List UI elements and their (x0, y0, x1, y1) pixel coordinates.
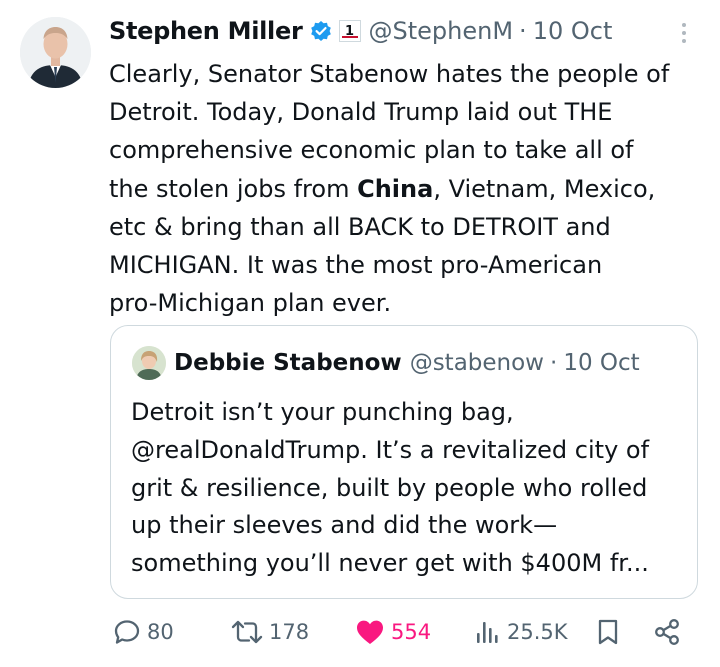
tweet-text-segment: , Vietnam, Mexico, (433, 174, 656, 203)
quoted-tweet-line: up their sleeves and did the work— (131, 511, 558, 540)
tweet-header: Stephen Miller 1 @StephenM · 10 Oct (109, 14, 669, 48)
quoted-tweet-card[interactable]: Debbie Stabenow @stabenow · 10 Oct Detro… (110, 325, 698, 599)
tweet-line: Detroit. Today, Donald Trump laid out TH… (109, 93, 709, 131)
bookmark-button[interactable] (594, 614, 622, 650)
tweet-body: Clearly, Senator Stabenow hates the peop… (109, 55, 709, 322)
views-icon (477, 622, 498, 643)
author-avatar[interactable] (20, 17, 91, 88)
tweet-action-bar: 80 178 554 25.5K (112, 614, 692, 650)
quoted-author-avatar[interactable] (132, 346, 166, 380)
quoted-separator-dot: · (550, 350, 558, 376)
quoted-tweet-line: Detroit isn’t your punching bag, (131, 398, 514, 426)
bookmark-icon (598, 619, 618, 645)
highlighted-term: China (357, 174, 434, 203)
quoted-tweet-body: Detroit isn’t your punching bag, @realDo… (131, 394, 691, 583)
quoted-tweet-line: grit & resilience, built by people who r… (131, 473, 648, 502)
reply-count: 80 (147, 620, 174, 644)
more-options-icon[interactable] (672, 18, 696, 48)
repost-count: 178 (269, 620, 310, 644)
repost-button[interactable]: 178 (230, 614, 309, 650)
quoted-author-handle[interactable]: @stabenow (410, 350, 544, 376)
reply-icon (114, 620, 140, 644)
share-icon (655, 619, 679, 645)
tweet-line: Clearly, Senator Stabenow hates the peop… (109, 55, 709, 93)
flag-badge-icon[interactable]: 1 (338, 20, 361, 42)
like-icon (357, 620, 383, 644)
quoted-author-name[interactable]: Debbie Stabenow (174, 350, 402, 376)
tweet-text-segment: comprehensive economic plan to take all … (109, 136, 634, 165)
views-count: 25.5K (507, 620, 568, 644)
tweet-text-segment: pro-Michigan plan ever. (109, 289, 392, 318)
like-count: 554 (391, 620, 432, 644)
author-name[interactable]: Stephen Miller (109, 17, 303, 45)
quoted-tweet-line: something you’ll never get with $400M fr… (131, 549, 649, 578)
separator-dot: · (519, 17, 527, 45)
quoted-tweet-header: Debbie Stabenow @stabenow · 10 Oct (174, 345, 640, 381)
tweet-text-segment: MICHIGAN. It was the most pro-American (109, 251, 603, 280)
like-button[interactable]: 554 (354, 614, 431, 650)
tweet-text-segment: Detroit. Today, Donald Trump laid out TH… (109, 98, 613, 127)
tweet-line: MICHIGAN. It was the most pro-American (109, 246, 709, 284)
quoted-tweet-timestamp[interactable]: 10 Oct (563, 350, 639, 376)
tweet-text-segment: etc & bring than all BACK to DETROIT and (109, 212, 611, 241)
tweet-text-segment: the stolen jobs from (109, 174, 358, 203)
repost-icon (231, 620, 263, 644)
verified-badge-icon[interactable] (310, 20, 332, 42)
views-button[interactable]: 25.5K (474, 614, 568, 650)
tweet-timestamp[interactable]: 10 Oct (533, 17, 613, 45)
tweet-line: etc & bring than all BACK to DETROIT and (109, 208, 709, 246)
share-button[interactable] (652, 614, 682, 650)
reply-button[interactable]: 80 (112, 614, 174, 650)
quoted-tweet-line: @realDonaldTrump. It’s a revitalized cit… (131, 435, 650, 464)
tweet-line: pro-Michigan plan ever. (109, 284, 709, 322)
author-handle[interactable]: @StephenM (369, 17, 514, 45)
tweet-line: the stolen jobs from China, Vietnam, Mex… (109, 170, 709, 208)
tweet-line: comprehensive economic plan to take all … (109, 131, 709, 169)
tweet-text-segment: Clearly, Senator Stabenow hates the peop… (109, 60, 670, 88)
